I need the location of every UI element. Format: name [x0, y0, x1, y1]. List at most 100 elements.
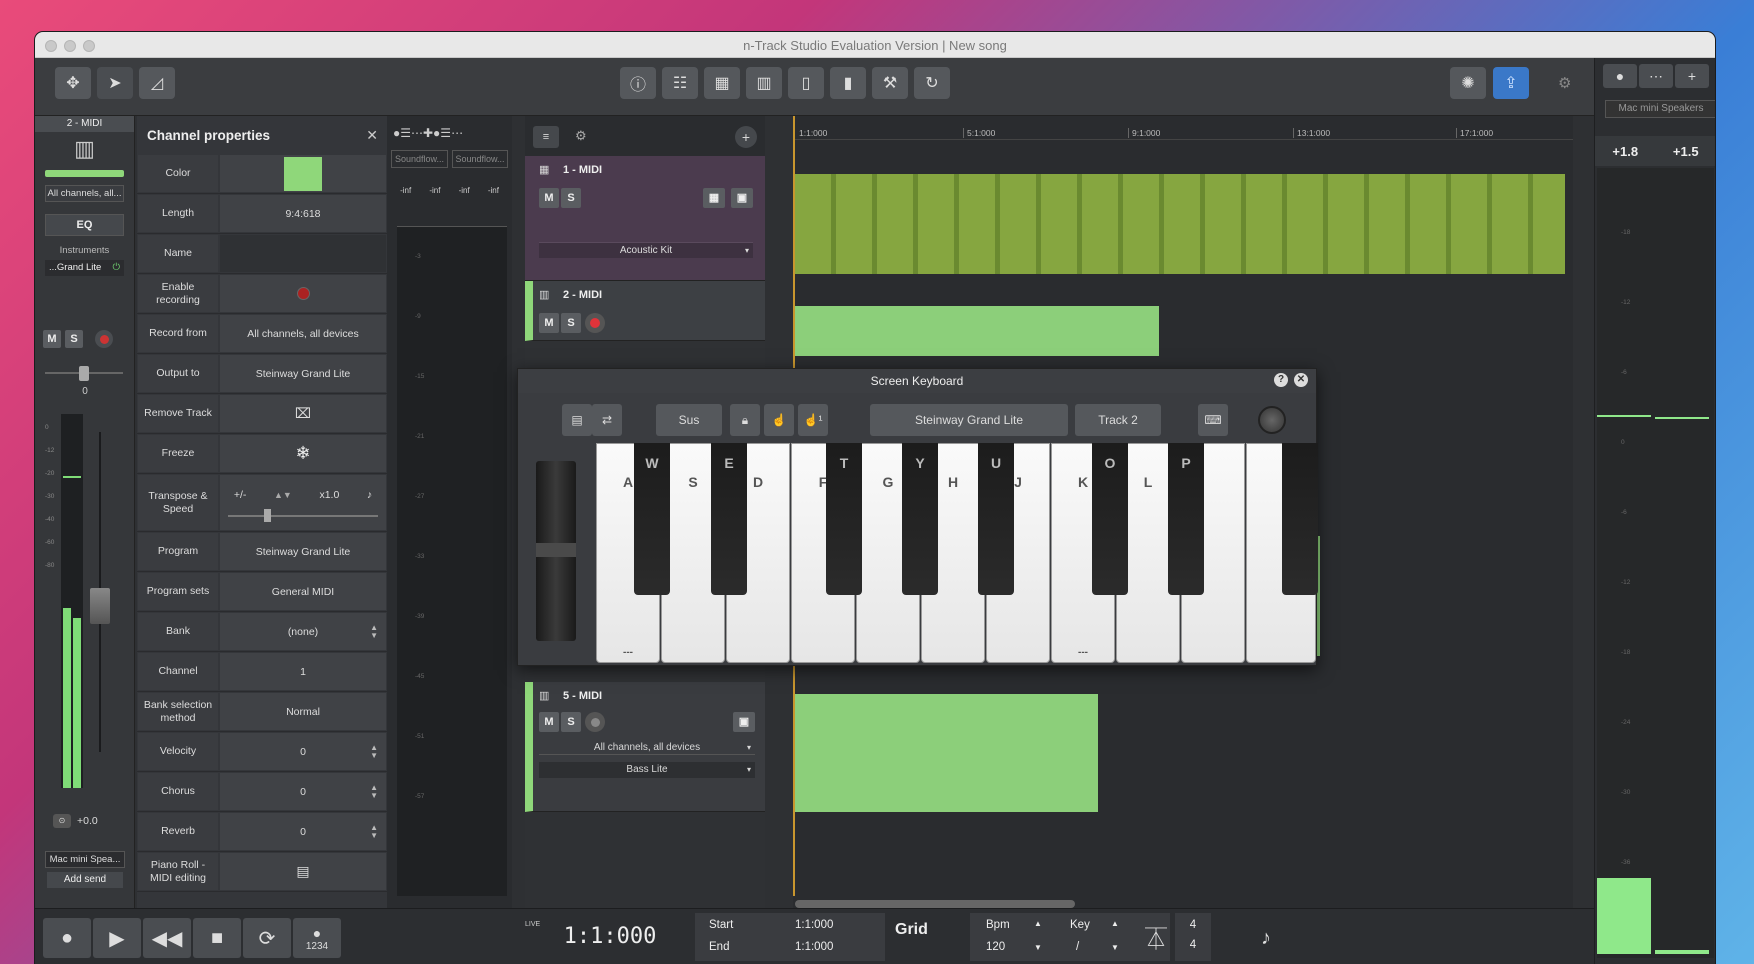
lock-button[interactable]: 🔒︎	[730, 404, 760, 436]
close-icon[interactable]: ✕	[1294, 373, 1308, 387]
tools-button[interactable]: ⚒	[872, 67, 908, 99]
eq-button[interactable]: EQ	[45, 214, 124, 236]
pan-knob[interactable]	[79, 366, 89, 381]
stop-button[interactable]: ■	[193, 918, 241, 958]
key-down-icon[interactable]: ▼	[1111, 943, 1119, 952]
strip-record-button[interactable]	[95, 330, 113, 348]
track-1-mute-button[interactable]: M	[539, 188, 559, 208]
grid-button[interactable]: Grid	[895, 921, 928, 939]
volume-fader-knob[interactable]	[90, 588, 110, 624]
swap-button[interactable]: ⇄	[592, 404, 622, 436]
pointer-tool-button[interactable]: ➤	[97, 67, 133, 99]
track-5-clip[interactable]	[795, 694, 1098, 812]
info-button[interactable]: ⓘ	[620, 67, 656, 99]
chorus-stepper-icon[interactable]: ▲ ▼	[370, 783, 378, 800]
program-select[interactable]: Steinway Grand Lite	[220, 533, 386, 570]
output-to-select[interactable]: Steinway Grand Lite	[220, 355, 386, 392]
track-5-record-button[interactable]	[585, 712, 605, 732]
add-send-button[interactable]: Add send	[47, 872, 123, 888]
black-key-8[interactable]	[1282, 443, 1318, 595]
master-record-button[interactable]: ●	[1603, 64, 1637, 88]
metronome-button[interactable]: ▯	[788, 67, 824, 99]
piano-roll-icon[interactable]: ▤	[296, 863, 309, 880]
master-output-select[interactable]: Mac mini Speakers	[1605, 100, 1715, 118]
track-5-solo-button[interactable]: S	[561, 712, 581, 732]
track-2[interactable]: ▥ 2 - MIDI M S	[525, 281, 765, 341]
track-1-solo-button[interactable]: S	[561, 188, 581, 208]
track-5-mute-button[interactable]: M	[539, 712, 559, 732]
view-toggle-icon[interactable]: ●☰⋯✚●☰⋯	[393, 126, 463, 140]
ruler[interactable]: 1:1:000 5:1:000 9:1:000 13:1:000 17:1:00…	[793, 116, 1573, 140]
mixer-button[interactable]: ☷	[662, 67, 698, 99]
key-value[interactable]: /	[1076, 941, 1079, 953]
master-add-button[interactable]: +	[1675, 64, 1709, 88]
close-panel-icon[interactable]: ✕	[366, 127, 378, 144]
settings-gear-icon[interactable]: ⚙	[1558, 74, 1571, 92]
bank-method-select[interactable]: Normal	[220, 693, 386, 730]
track-5-input[interactable]: All channels, all devices ▾	[539, 740, 755, 755]
position-display[interactable]: 1:1:000	[545, 917, 675, 957]
play-button[interactable]: ▶	[93, 918, 141, 958]
record-from-select[interactable]: All channels, all devices	[220, 315, 386, 352]
black-key-e[interactable]: E	[711, 443, 747, 595]
touch-button[interactable]: ☝	[764, 404, 794, 436]
music-lock-icon[interactable]: ♪	[367, 489, 372, 501]
track-2-solo-button[interactable]: S	[561, 313, 581, 333]
record-button[interactable]: ●	[43, 918, 91, 958]
help-icon[interactable]: ?	[1274, 373, 1288, 387]
end-value[interactable]: 1:1:000	[795, 941, 833, 953]
program-sets-select[interactable]: General MIDI	[220, 573, 386, 610]
track-2-name[interactable]: 2 - MIDI	[563, 289, 602, 301]
piano-button[interactable]: ▥	[746, 67, 782, 99]
strip-mute-button[interactable]: M	[43, 330, 61, 348]
record-enable-toggle[interactable]	[296, 287, 310, 300]
track-5-instrument[interactable]: Bass Lite ▾	[539, 762, 755, 778]
move-tool-button[interactable]: ✥	[55, 67, 91, 99]
speed-slider[interactable]	[228, 508, 378, 522]
bpm-down-icon[interactable]: ▼	[1034, 943, 1042, 952]
bank-stepper-icon[interactable]: ▲ ▼	[370, 623, 378, 640]
share-button[interactable]: ⇪	[1493, 67, 1529, 99]
pitch-wheel[interactable]	[536, 461, 576, 641]
volume-envelope-tool-button[interactable]: ◿	[139, 67, 175, 99]
track-1-clip[interactable]	[795, 174, 1565, 274]
computer-keyboard-button[interactable]: ⌨	[1198, 404, 1228, 436]
black-key-u[interactable]: U	[978, 443, 1014, 595]
grid-view-button[interactable]: ▦	[704, 67, 740, 99]
touch-one-button[interactable]: ☝¹	[798, 404, 828, 436]
black-key-t[interactable]: T	[826, 443, 862, 595]
track-2-record-button[interactable]	[585, 313, 605, 333]
reverb-stepper-icon[interactable]: ▲ ▼	[370, 823, 378, 840]
name-input[interactable]	[220, 235, 386, 272]
link-icon[interactable]: ⊙	[53, 814, 71, 828]
black-key-o[interactable]: O	[1092, 443, 1128, 595]
remove-track-icon[interactable]: ⌧	[295, 405, 311, 422]
bpm-up-icon[interactable]: ▲	[1034, 919, 1042, 928]
metronome-toggle[interactable]: ⏄	[1136, 918, 1176, 958]
track-1-name[interactable]: 1 - MIDI	[563, 164, 602, 176]
start-value[interactable]: 1:1:000	[795, 919, 833, 931]
rewind-button[interactable]: ◀◀	[143, 918, 191, 958]
time-signature[interactable]: 4 4	[1175, 913, 1211, 961]
track-select[interactable]: Track 2	[1075, 404, 1161, 436]
tempo-toggle[interactable]: ♪	[1246, 918, 1286, 958]
track-1-instrument[interactable]: Acoustic Kit ▾	[539, 242, 753, 258]
track-5-name[interactable]: 5 - MIDI	[563, 690, 602, 702]
horizontal-scrollbar[interactable]	[795, 900, 1075, 908]
track-2-clip[interactable]	[795, 306, 1159, 356]
track-1-grid-button[interactable]: ▦	[703, 188, 725, 208]
instrument-slot[interactable]: ...Grand Lite ⏻	[45, 260, 124, 276]
track-menu-button[interactable]: ≡	[533, 126, 559, 148]
sustain-button[interactable]: Sus	[656, 404, 722, 436]
channel-value[interactable]: 1	[220, 653, 386, 690]
snowflake-icon[interactable]: ❄	[295, 443, 310, 464]
black-key-y[interactable]: Y	[902, 443, 938, 595]
loop-button[interactable]: ↻	[914, 67, 950, 99]
bpm-value[interactable]: 120	[986, 941, 1005, 953]
power-icon[interactable]: ⏻	[112, 260, 124, 276]
transpose-stepper-icon[interactable]: ▲▼	[274, 490, 292, 500]
count-in-button[interactable]: ● 1234	[293, 918, 341, 958]
strip-input-select[interactable]: All channels, all...	[45, 185, 124, 202]
volume-knob[interactable]	[1258, 406, 1286, 434]
master-more-button[interactable]: ⋯	[1639, 64, 1673, 88]
